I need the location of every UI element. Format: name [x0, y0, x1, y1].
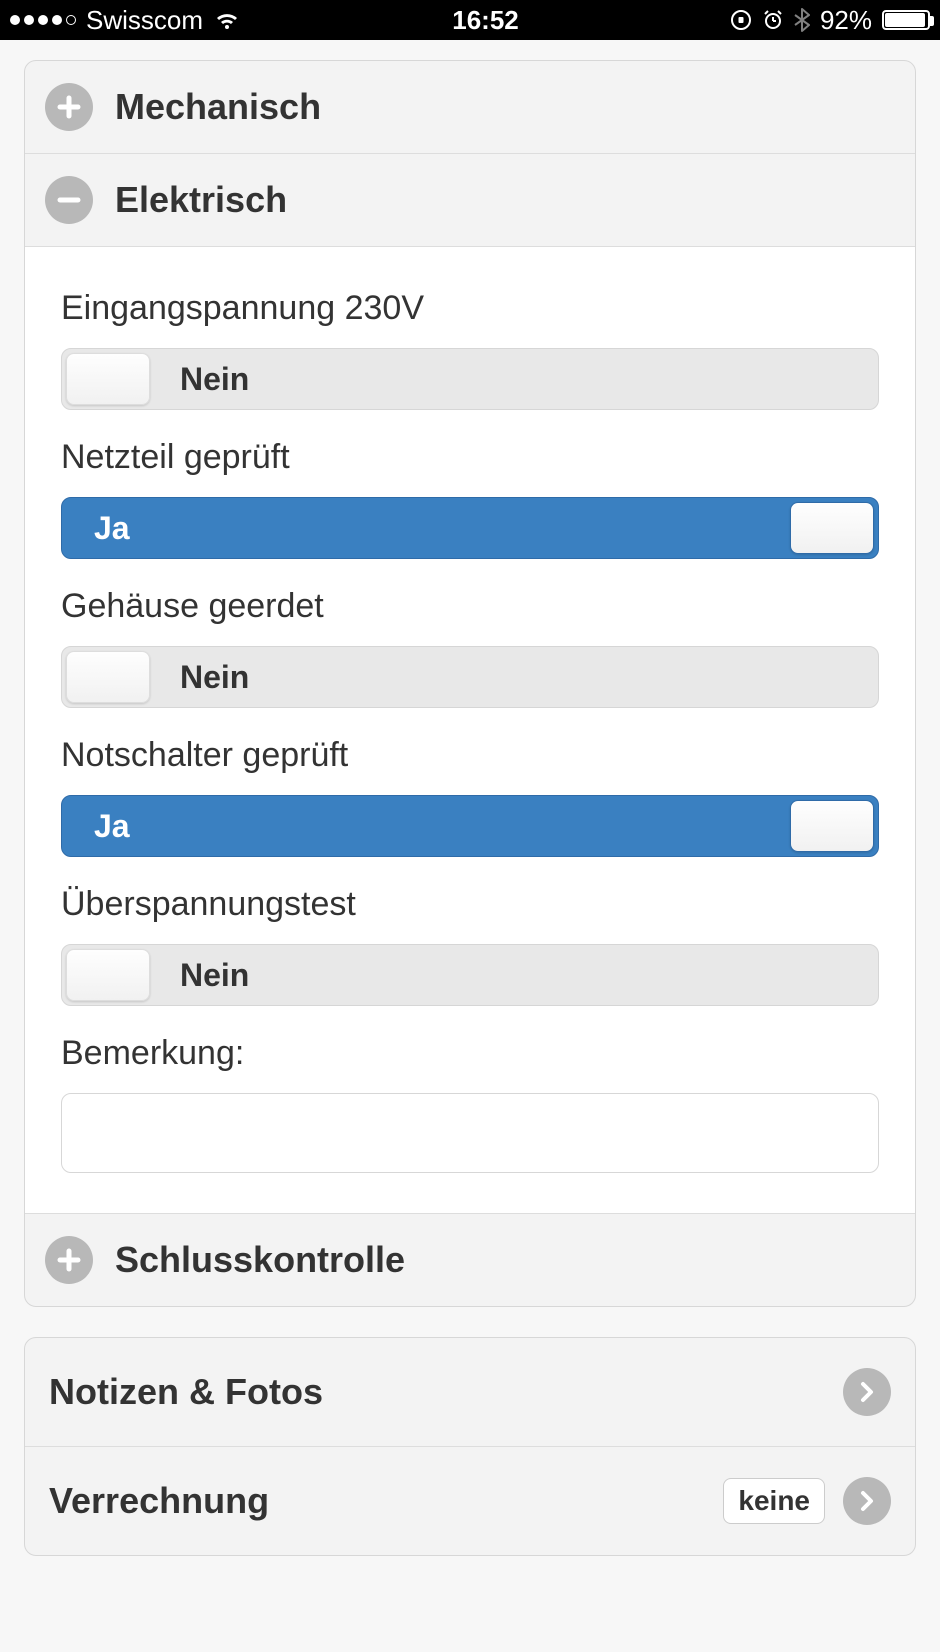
row-label: Verrechnung: [49, 1480, 269, 1522]
section-elektrisch[interactable]: Elektrisch: [25, 154, 915, 247]
bemerkung-input[interactable]: [61, 1093, 879, 1173]
chevron-right-icon: [843, 1477, 891, 1525]
status-right: 92%: [730, 5, 930, 36]
section-mechanisch[interactable]: Mechanisch: [25, 61, 915, 154]
minus-icon: [45, 176, 93, 224]
field-ueberspannung: Überspannungstest Nein: [61, 885, 879, 1006]
field-label: Netzteil geprüft: [61, 438, 879, 477]
status-bar: Swisscom 16:52 92%: [0, 0, 940, 40]
toggle-state: Nein: [180, 361, 249, 398]
toggle-knob: [66, 651, 150, 703]
toggle-knob: [66, 949, 150, 1001]
chevron-right-icon: [843, 1368, 891, 1416]
carrier-label: Swisscom: [86, 5, 203, 36]
signal-dots-icon: [10, 15, 76, 25]
row-label: Notizen & Fotos: [49, 1371, 323, 1413]
field-gehaeuse: Gehäuse geerdet Nein: [61, 587, 879, 708]
plus-icon: [45, 83, 93, 131]
rotation-lock-icon: [730, 9, 752, 31]
battery-icon: [882, 10, 930, 30]
row-notizen-fotos[interactable]: Notizen & Fotos: [25, 1338, 915, 1447]
toggle-eingangspannung[interactable]: Nein: [61, 348, 879, 410]
field-label: Eingangspannung 230V: [61, 289, 879, 328]
battery-pct-label: 92%: [820, 5, 872, 36]
field-label: Gehäuse geerdet: [61, 587, 879, 626]
toggle-knob: [66, 353, 150, 405]
field-label: Bemerkung:: [61, 1034, 879, 1073]
section-schlusskontrolle[interactable]: Schlusskontrolle: [25, 1214, 915, 1306]
toggle-state: Nein: [180, 957, 249, 994]
toggle-knob: [790, 800, 874, 852]
toggle-notschalter[interactable]: Ja: [61, 795, 879, 857]
section-mechanisch-label: Mechanisch: [115, 86, 321, 128]
field-label: Überspannungstest: [61, 885, 879, 924]
wifi-icon: [213, 9, 241, 31]
verrechnung-value-button[interactable]: keine: [723, 1478, 825, 1524]
field-label: Notschalter geprüft: [61, 736, 879, 775]
alarm-icon: [762, 9, 784, 31]
toggle-state: Ja: [94, 808, 130, 845]
toggle-state: Nein: [180, 659, 249, 696]
section-elektrisch-body: Eingangspannung 230V Nein Netzteil geprü…: [25, 247, 915, 1214]
field-netzteil: Netzteil geprüft Ja: [61, 438, 879, 559]
checklist-panel: Mechanisch Elektrisch Eingangspannung 23…: [24, 60, 916, 1307]
field-bemerkung: Bemerkung:: [61, 1034, 879, 1173]
bluetooth-icon: [794, 8, 810, 32]
status-left: Swisscom: [10, 5, 241, 36]
field-eingangspannung: Eingangspannung 230V Nein: [61, 289, 879, 410]
lower-list-panel: Notizen & Fotos Verrechnung keine: [24, 1337, 916, 1556]
row-verrechnung[interactable]: Verrechnung keine: [25, 1447, 915, 1555]
toggle-ueberspannung[interactable]: Nein: [61, 944, 879, 1006]
toggle-netzteil[interactable]: Ja: [61, 497, 879, 559]
field-notschalter: Notschalter geprüft Ja: [61, 736, 879, 857]
toggle-knob: [790, 502, 874, 554]
section-elektrisch-label: Elektrisch: [115, 179, 287, 221]
section-schlusskontrolle-label: Schlusskontrolle: [115, 1239, 405, 1281]
plus-icon: [45, 1236, 93, 1284]
toggle-state: Ja: [94, 510, 130, 547]
clock-label: 16:52: [452, 5, 519, 36]
toggle-gehaeuse[interactable]: Nein: [61, 646, 879, 708]
